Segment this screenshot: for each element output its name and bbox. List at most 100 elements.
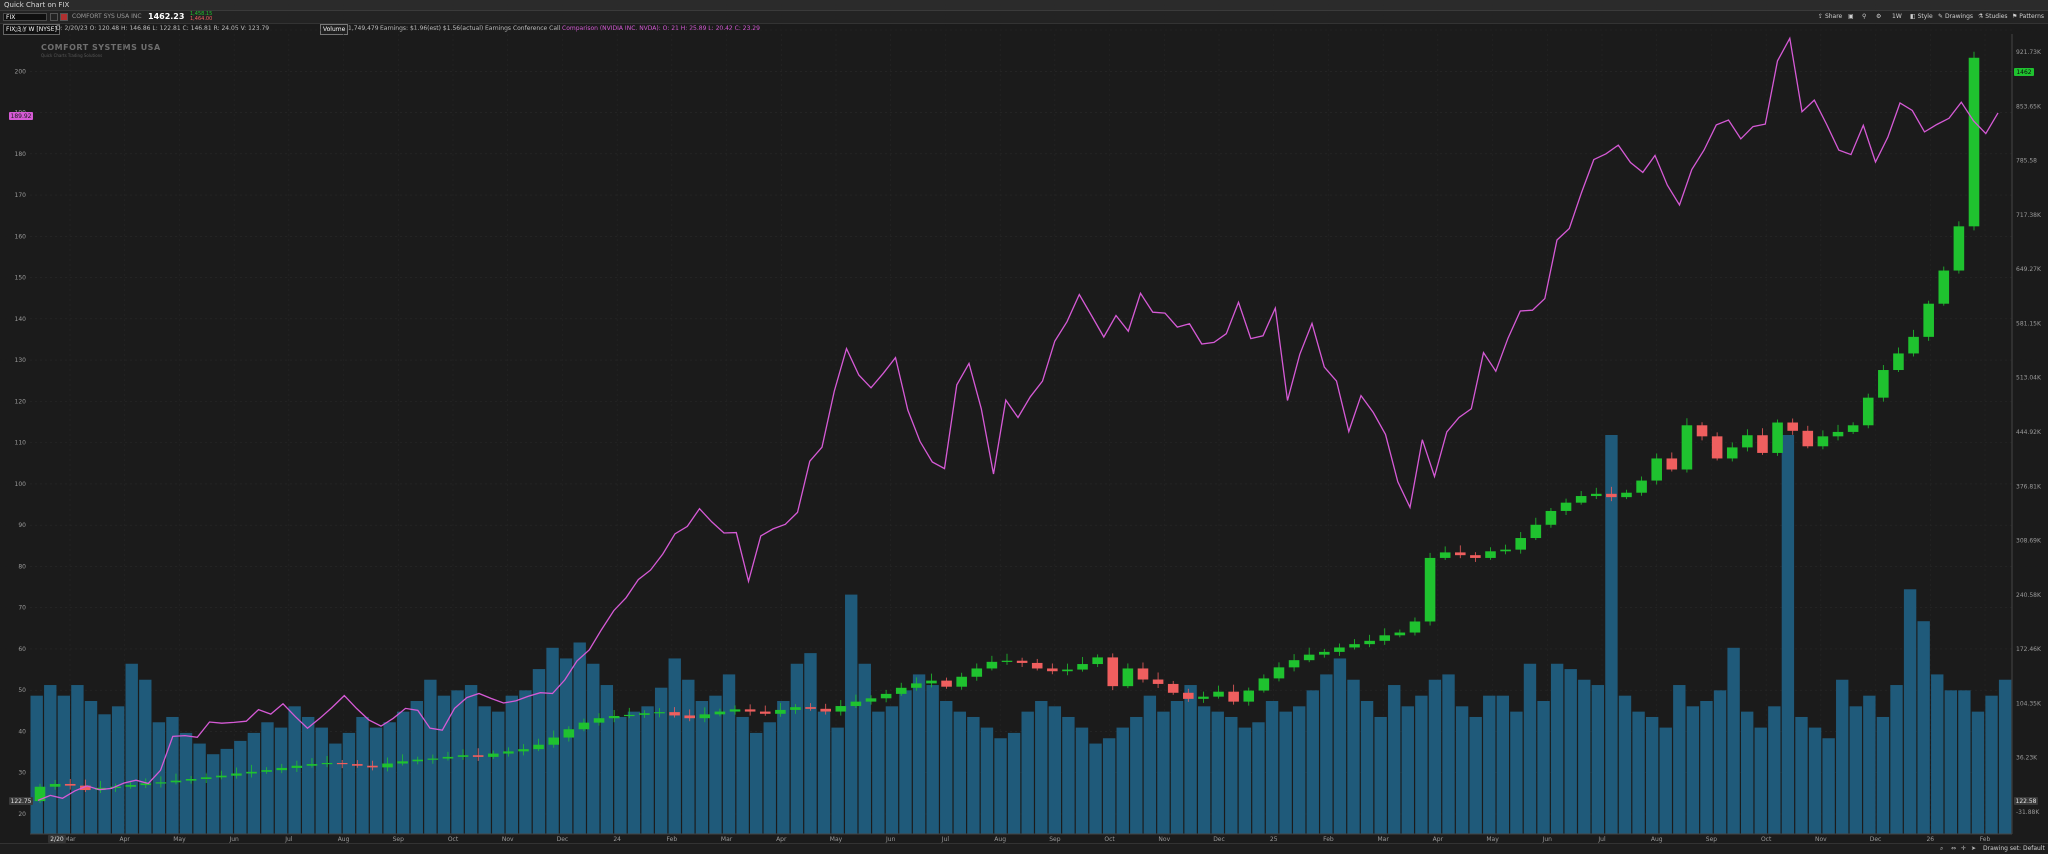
left-tick-label: 90 [18,522,26,529]
volume-bar [1537,701,1550,834]
candle-body [1787,422,1798,431]
left-tick-label: 160 [15,233,27,240]
candle-body [1031,662,1043,669]
volume-bar [302,716,315,834]
candle-body [1515,538,1527,550]
candle-body [684,715,695,719]
volume-bar [410,701,423,834]
volume-bar [1347,679,1360,834]
left-tick-label: 140 [15,316,27,323]
volume-bar [1360,701,1374,834]
volume-bar [369,727,383,834]
candle-body [518,749,529,752]
x-tick-label: Apr [1433,836,1444,843]
candle-body [850,701,862,707]
candle-body [1968,57,1980,227]
candle-body [1681,425,1693,470]
volume-bar [980,727,994,834]
volume-bar [1238,727,1252,834]
candle-body [1016,660,1028,663]
volume-bar [1197,706,1211,834]
volume-bar [1822,738,1835,834]
left-tick-label: 200 [15,68,27,75]
candle-body [623,714,635,717]
left-tick-label: 130 [15,357,27,364]
candle-body [1878,370,1889,398]
candle-body [1273,667,1285,679]
volume-bar [397,711,410,834]
candle-body [472,755,484,757]
x-tick-label: May [173,836,186,843]
candle-body [1636,480,1647,493]
left-tick-label: 170 [15,192,27,199]
volume-bar [1401,706,1414,834]
candle-body [246,771,257,774]
x-tick-label: Oct [448,836,459,843]
volume-bar [1808,727,1822,834]
volume-bar [1320,674,1333,834]
volume-bar [1007,732,1021,834]
right-tick-label: 785.58 [2016,158,2037,165]
x-tick-label: Aug [1651,836,1663,843]
x-tick-label: Mar [721,836,733,843]
candle-body [487,753,499,757]
candle-body [1470,555,1481,558]
left-tick-label: 80 [18,563,26,570]
candle-body [759,711,771,714]
volume-bar [261,722,274,834]
left-tick-label: 40 [18,728,26,735]
candle-body [1062,669,1073,672]
volume-bar [125,663,138,834]
candle-body [1198,696,1209,699]
volume-bar [682,679,695,834]
candle-body [669,712,680,716]
volume-bar [274,727,288,834]
candle-body [1303,654,1315,661]
candle-body [775,709,786,714]
comparison-line [37,36,1999,802]
candle-body [1424,557,1436,622]
candle-body [1077,664,1088,670]
volume-bar [1632,711,1645,834]
candle-body [1001,660,1013,662]
price-chart[interactable]: 2102001901801701601501401301201101009080… [0,0,2048,853]
volume-bar [736,716,749,834]
volume-bar [329,743,342,834]
volume-bars [30,435,2012,834]
volume-bar [1170,701,1184,834]
candle-body [1742,435,1753,448]
x-tick-label: May [830,836,843,843]
left-tick-label: 60 [18,646,26,653]
left-tick-label: 120 [15,398,27,405]
volume-bar [627,711,641,834]
candle-body [1666,458,1678,470]
volume-bar [1062,716,1075,834]
x-tick-label: Sep [393,836,405,843]
candle-body [276,767,288,771]
candle-body [1183,692,1194,699]
x-tick-label: Jun [1542,836,1553,843]
volume-bar [1863,695,1876,834]
candle-body [1696,425,1708,437]
right-tick-label: 240.58K [2016,592,2042,599]
candle-body [200,777,212,779]
x-tick-label: 25 [1270,836,1278,843]
candle-body [986,661,998,669]
volume-bar [1483,695,1496,834]
x-tick-label: Oct [1104,836,1115,843]
candle-body [1832,431,1844,437]
right-tick-label: 581.15K [2016,320,2042,327]
candle-body [1802,430,1814,447]
candle-body [1167,683,1179,693]
volume-bar [885,706,899,834]
candle-body [1862,397,1874,426]
candle-body [744,709,756,712]
volume-bar [30,695,43,834]
candle-body [1817,436,1829,447]
volume-bar [424,679,437,834]
candle-body [457,755,469,757]
volume-bar [98,714,111,834]
volume-bar [953,711,966,834]
candle-body [729,709,741,712]
right-tick-label: 649.27K [2016,266,2042,273]
